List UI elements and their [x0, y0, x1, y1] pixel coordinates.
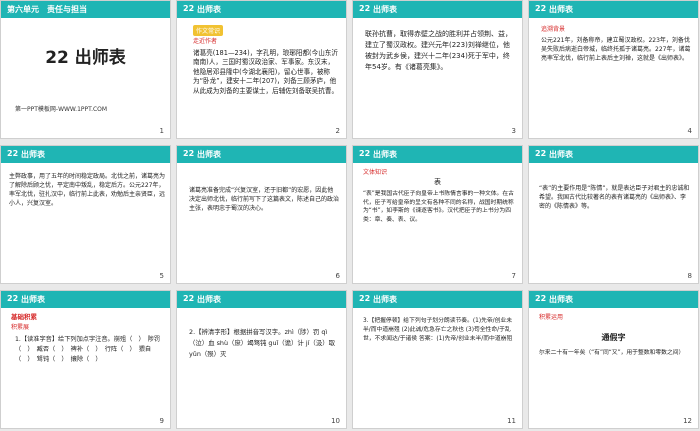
- slide-thumbnail-7[interactable]: 22 出师表 文体知识 表 “表”是我国古代臣子向皇帝上书陈情言事的一种文体。在…: [352, 145, 523, 284]
- slide-body: “表”的主要作用是“陈情”，就是表达臣子对君主的忠诚和希望。我国古代比较著名的表…: [539, 185, 690, 210]
- slide-note: 第一PPT模板网-WWW.1PPT.COM: [15, 106, 108, 113]
- slide-header-bar: 第六单元 责任与担当: [1, 1, 170, 18]
- slide-thumbnail-10[interactable]: 22 出师表 2.【辨清字形】根据拼音写汉字。zhì（陟）罚 qì（泣）血 sh…: [176, 290, 347, 429]
- slide-number: 9: [159, 417, 164, 425]
- slide-header-title: 出师表: [21, 150, 45, 159]
- slide-thumbnail-4[interactable]: 22 出师表 追溯背景 公元221年，刘备称帝，建立蜀汉政权。223年，刘备伐吴…: [528, 0, 699, 139]
- slide-number: 1: [159, 127, 164, 135]
- slide-header-number: 22: [535, 294, 547, 303]
- slide-thumbnail-11[interactable]: 22 出师表 3.【把握停顿】给下列句子划分朗读节奏。(1)先帝/创业未半/而中…: [352, 290, 523, 429]
- slide-body: 主弊政事，用了五年的时间稳定政局。北伐之前，诸葛亮为了解除后顾之忧，平定南中叛乱…: [9, 173, 166, 207]
- slide-header-bar: 22 出师表: [1, 146, 170, 163]
- slide-header-title: 第六单元 责任与担当: [7, 5, 87, 14]
- slide-subtitle: 通假字: [601, 333, 626, 342]
- slide-body: 诸葛亮准备完成“兴复汉室，还于旧都”的宏愿，因此他决定出师北伐，临行前写下了这篇…: [189, 187, 340, 212]
- slide-header-title: 出师表: [373, 5, 397, 14]
- slide-header-bar: 22 出师表: [177, 1, 346, 18]
- slide-number: 5: [159, 272, 164, 280]
- slide-title: 22 出师表: [45, 48, 126, 68]
- slide-header-bar: 22 出师表: [529, 1, 698, 18]
- slide-thumbnail-12[interactable]: 22 出师表 积累运用 通假字 尔来二十有一年矣（“有”同“又”，用于整数和零数…: [528, 290, 699, 429]
- slide-number: 7: [511, 272, 516, 280]
- slide-header-title: 出师表: [549, 5, 573, 14]
- slide-header-bar: 22 出师表: [177, 146, 346, 163]
- slide-number: 2: [335, 127, 340, 135]
- slide-header-title: 出师表: [373, 150, 397, 159]
- slide-thumbnail-5[interactable]: 22 出师表 主弊政事，用了五年的时间稳定政局。北伐之前，诸葛亮为了解除后顾之忧…: [0, 145, 171, 284]
- slide-thumbnail-6[interactable]: 22 出师表 诸葛亮准备完成“兴复汉室，还于旧都”的宏愿，因此他决定出师北伐，临…: [176, 145, 347, 284]
- slide-header-bar: 22 出师表: [529, 291, 698, 308]
- slide-header-bar: 22 出师表: [1, 291, 170, 308]
- slide-header-bar: 22 出师表: [353, 146, 522, 163]
- section-tag: 基础积累: [11, 313, 37, 321]
- section-subtag: 走近作者: [193, 38, 218, 45]
- slide-number: 11: [507, 417, 516, 425]
- slide-header-number: 22: [7, 294, 19, 303]
- slide-body: “表”是我国古代臣子向皇帝上书陈情言事的一种文体。在古代，臣子写给皇帝的呈文有各…: [363, 191, 514, 223]
- slide-number: 8: [687, 272, 692, 280]
- slide-number: 4: [687, 127, 692, 135]
- slide-body: 公元221年，刘备称帝，建立蜀汉政权。223年，刘备伐吴失败后病逝白帝城，临终托…: [541, 37, 691, 62]
- slide-header-number: 22: [535, 4, 547, 13]
- slide-body: 1.【读准字音】给下列加点字注音。崩殂（ ） 陟罚（ ） 臧否（ ） 裨补（ ）…: [15, 336, 161, 363]
- slide-header-number: 22: [359, 4, 371, 13]
- slide-sorter-grid: 第六单元 责任与担当 22 出师表 第一PPT模板网-WWW.1PPT.COM …: [0, 0, 700, 431]
- slide-header-title: 出师表: [21, 295, 45, 304]
- slide-header-title: 出师表: [549, 295, 573, 304]
- slide-thumbnail-3[interactable]: 22 出师表 联孙抗曹，取得赤壁之战的胜利并占领荆、益，建立了蜀汉政权。建兴元年…: [352, 0, 523, 139]
- slide-body: 尔来二十有一年矣（“有”同“又”，用于整数和零数之间）: [539, 350, 685, 356]
- slide-number: 3: [511, 127, 516, 135]
- section-tag: 文体知识: [363, 169, 388, 176]
- slide-thumbnail-8[interactable]: 22 出师表 “表”的主要作用是“陈情”，就是表达臣子对君主的忠诚和希望。我国古…: [528, 145, 699, 284]
- slide-header-title: 出师表: [549, 150, 573, 159]
- slide-header-number: 22: [7, 149, 19, 158]
- slide-body: 3.【把握停顿】给下列句子划分朗读节奏。(1)先帝/创业未半/而中道崩殂 (2)…: [363, 318, 513, 342]
- section-tag: 追溯背景: [541, 26, 566, 33]
- slide-header-number: 22: [183, 149, 195, 158]
- slide-body: 联孙抗曹，取得赤壁之战的胜利并占领荆、益，建立了蜀汉政权。建兴元年(223)刘禅…: [365, 30, 512, 71]
- slide-header-number: 22: [183, 294, 195, 303]
- slide-header-number: 22: [359, 149, 371, 158]
- slide-header-title: 出师表: [197, 150, 221, 159]
- slide-header-title: 出师表: [373, 295, 397, 304]
- slide-header-title: 出师表: [197, 295, 221, 304]
- slide-header-bar: 22 出师表: [177, 291, 346, 308]
- slide-thumbnail-9[interactable]: 22 出师表 基础积累 积累展 1.【读准字音】给下列加点字注音。崩殂（ ） 陟…: [0, 290, 171, 429]
- section-tag: 作文常识: [193, 25, 224, 36]
- slide-number: 10: [331, 417, 340, 425]
- slide-header-number: 22: [183, 4, 195, 13]
- slide-number: 6: [335, 272, 340, 280]
- slide-body: 2.【辨清字形】根据拼音写汉字。zhì（陟）罚 qì（泣）血 shù（庶）竭驽钝…: [189, 328, 335, 358]
- slide-header-number: 22: [359, 294, 371, 303]
- slide-body: 诸葛亮(181—234)，字孔明，琅琊阳都(今山东沂南南)人，三国时蜀汉政治家、…: [193, 49, 339, 95]
- slide-header-number: 22: [535, 149, 547, 158]
- slide-header-bar: 22 出师表: [529, 146, 698, 163]
- section-tag: 积累运用: [539, 314, 564, 321]
- slide-thumbnail-2[interactable]: 22 出师表 作文常识 走近作者 诸葛亮(181—234)，字孔明，琅琊阳都(今…: [176, 0, 347, 139]
- slide-header-bar: 22 出师表: [353, 1, 522, 18]
- section-subtag: 积累展: [11, 324, 30, 331]
- slide-header-bar: 22 出师表: [353, 291, 522, 308]
- slide-thumbnail-1[interactable]: 第六单元 责任与担当 22 出师表 第一PPT模板网-WWW.1PPT.COM …: [0, 0, 171, 139]
- slide-header-title: 出师表: [197, 5, 221, 14]
- slide-number: 12: [683, 417, 692, 425]
- slide-center-heading: 表: [434, 178, 441, 186]
